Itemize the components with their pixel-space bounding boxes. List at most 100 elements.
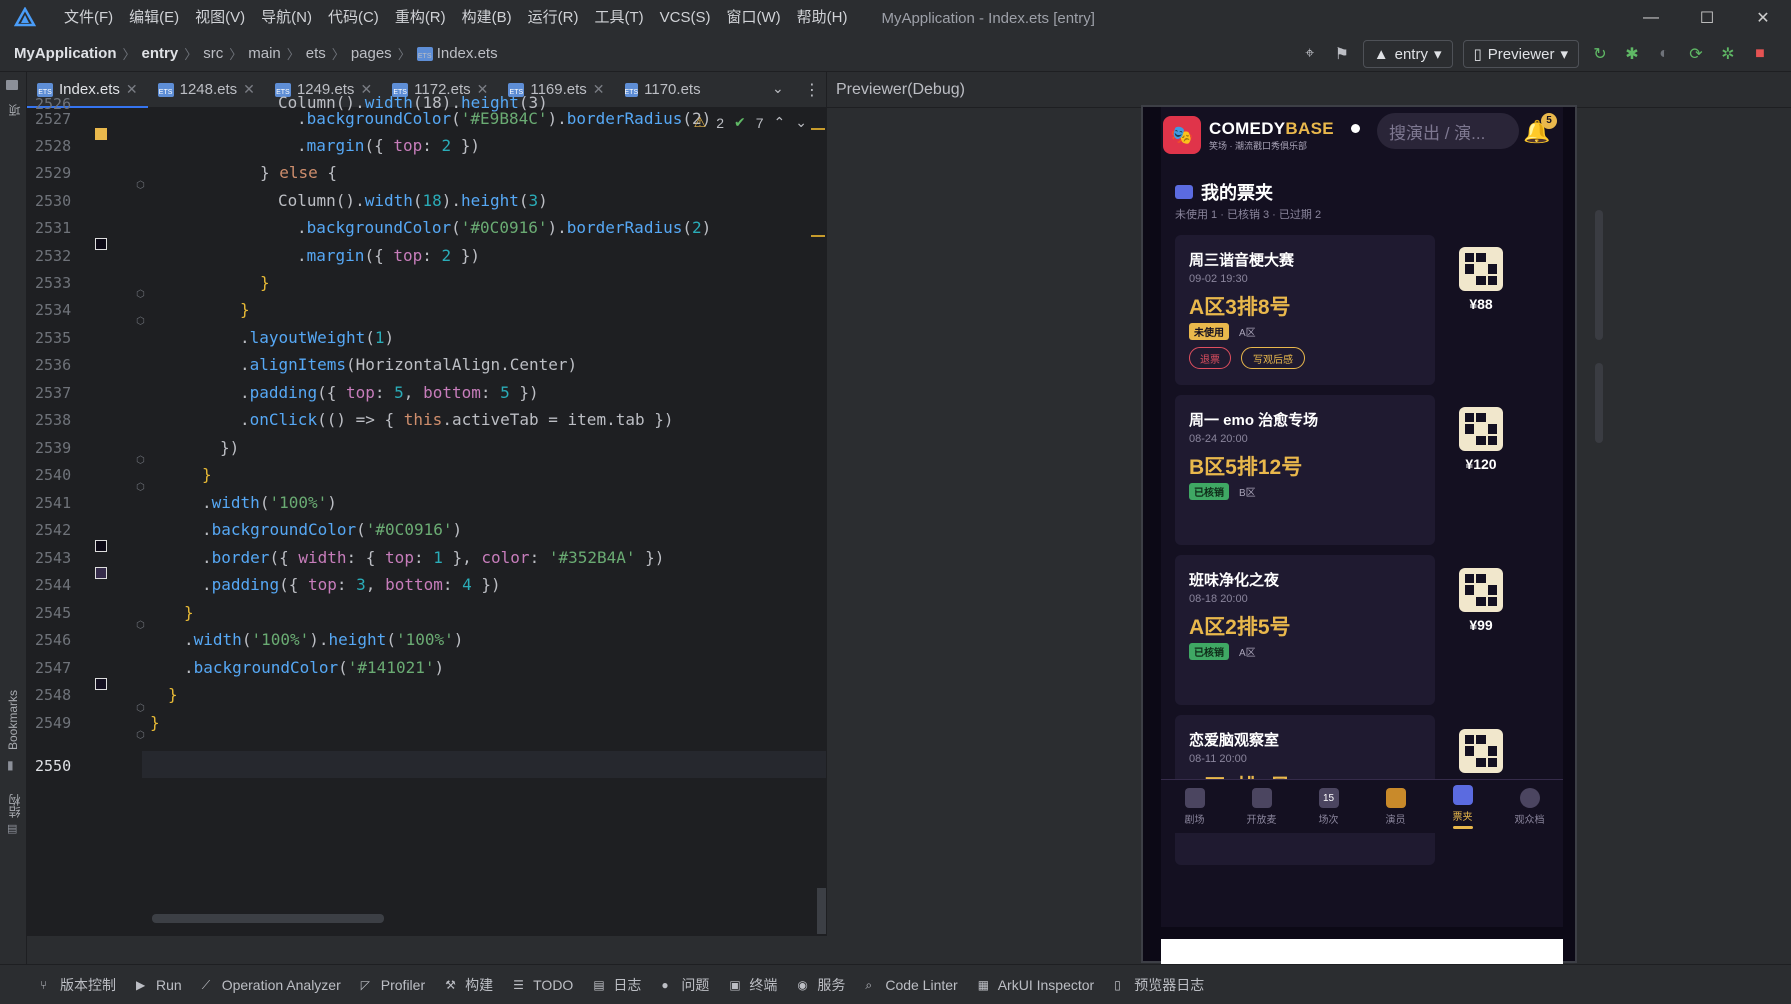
qr-code-icon[interactable] <box>1459 247 1503 291</box>
code-line[interactable]: .border({ width: { top: 1 }, color: '#35… <box>202 544 664 571</box>
menu-refactor[interactable]: 重构(R) <box>387 0 454 36</box>
crumb-src[interactable]: src <box>203 45 223 62</box>
tool-operation-analyzer[interactable]: ⟋ Operation Analyzer <box>202 977 341 993</box>
qr-code-icon[interactable] <box>1459 568 1503 612</box>
menu-edit[interactable]: 编辑(E) <box>121 0 187 36</box>
menu-help[interactable]: 帮助(H) <box>789 0 856 36</box>
code-line[interactable]: .width('100%') <box>202 489 337 516</box>
code-line[interactable]: .backgroundColor('#E9B84C').borderRadius… <box>297 105 711 132</box>
menu-build[interactable]: 构建(B) <box>454 0 520 36</box>
tool-previewer-log[interactable]: ▯ 预览器日志 <box>1114 975 1204 995</box>
qr-code-icon[interactable] <box>1459 729 1503 773</box>
stop-icon[interactable]: ■ <box>1749 43 1771 65</box>
device-manager-icon[interactable]: ⚑ <box>1331 43 1353 65</box>
code-line[interactable]: } <box>202 461 212 488</box>
color-swatch-icon[interactable] <box>95 678 107 690</box>
device-select[interactable]: ▯ Previewer ▾ <box>1462 40 1579 68</box>
nav-sessions[interactable]: 15 场次 <box>1295 780 1362 833</box>
write-review-button[interactable]: 写观后感 <box>1241 347 1305 369</box>
code-line[interactable]: } else { <box>260 159 337 186</box>
code-line[interactable]: .backgroundColor('#141021') <box>184 654 444 681</box>
crumb-ets[interactable]: ets <box>306 45 326 62</box>
code-line[interactable]: } <box>260 269 270 296</box>
code-line[interactable]: .layoutWeight(1) <box>240 324 394 351</box>
tab-1170-ets[interactable]: ETS 1170.ets <box>615 72 711 108</box>
tool-services[interactable]: ◉ 服务 <box>797 975 845 995</box>
previewer-side-handle[interactable] <box>1595 210 1603 340</box>
tool-vcs[interactable]: ⑂ 版本控制 <box>40 975 116 995</box>
code-line[interactable]: Column().width(18).height(3) <box>278 187 548 214</box>
code-line[interactable]: .margin({ top: 2 }) <box>297 242 480 269</box>
tab-close-icon[interactable]: ✕ <box>126 81 138 98</box>
nav-tickets[interactable]: 票夹 <box>1429 780 1496 833</box>
run-config-select[interactable]: ▲ entry ▾ <box>1362 40 1453 68</box>
crumb-module[interactable]: entry <box>142 45 179 62</box>
code-line[interactable]: .backgroundColor('#0C0916') <box>202 516 462 543</box>
menu-file[interactable]: 文件(F) <box>56 0 121 36</box>
crumb-file[interactable]: Index.ets <box>437 45 498 62</box>
tool-build[interactable]: ⚒ 构建 <box>445 975 493 995</box>
search-input[interactable]: 搜演出 / 演... <box>1377 113 1519 149</box>
code-editor[interactable]: 2526 2527 2528 2529 2530 2531 2532 2533 … <box>27 93 827 936</box>
ticket-card[interactable]: 周一 emo 治愈专场 08-24 20:00 B区5排12号 已核销 B区 <box>1175 395 1435 545</box>
tab-close-icon[interactable]: ✕ <box>593 81 605 98</box>
menu-vcs[interactable]: VCS(S) <box>652 0 719 36</box>
code-line[interactable]: .margin({ top: 2 }) <box>297 132 480 159</box>
code-line[interactable]: } <box>168 681 178 708</box>
nav-open-mic[interactable]: 开放麦 <box>1228 780 1295 833</box>
crumb-pages[interactable]: pages <box>351 45 392 62</box>
ticket-card[interactable]: 周三谐音梗大赛 09-02 19:30 A区3排8号 未使用 A区 退票 写观后… <box>1175 235 1435 385</box>
horizontal-scrollbar[interactable] <box>152 914 384 923</box>
next-highlight-icon[interactable]: ⌄ <box>795 114 807 131</box>
bookmarks-tool-button[interactable]: Bookmarks ▮ <box>4 690 22 774</box>
maximize-icon[interactable]: ☐ <box>1679 0 1735 36</box>
menu-view[interactable]: 视图(V) <box>187 0 253 36</box>
inspection-widget[interactable]: ⚠ 2 ✔ 7 ⌃ ⌄ <box>694 114 807 131</box>
nav-theatre[interactable]: 剧场 <box>1161 780 1228 833</box>
rerun-icon[interactable]: ↻ <box>1589 43 1611 65</box>
crumb-project[interactable]: MyApplication <box>14 45 117 62</box>
close-icon[interactable]: ✕ <box>1735 0 1791 36</box>
menu-navigate[interactable]: 导航(N) <box>253 0 320 36</box>
code-line[interactable]: } <box>240 296 250 323</box>
tool-problems[interactable]: ● 问题 <box>661 975 709 995</box>
refund-button[interactable]: 退票 <box>1189 347 1231 369</box>
color-swatch-icon[interactable] <box>95 540 107 552</box>
prev-highlight-icon[interactable]: ⌃ <box>774 114 786 131</box>
menu-tools[interactable]: 工具(T) <box>586 0 651 36</box>
nav-profile[interactable]: 观众档 <box>1496 780 1563 833</box>
menu-window[interactable]: 窗口(W) <box>718 0 788 36</box>
warning-stripe[interactable] <box>811 235 825 237</box>
structure-tool-button[interactable]: 结构 ▤ <box>4 794 22 836</box>
more-vertical-icon[interactable]: ⋮ <box>804 80 820 100</box>
tool-run[interactable]: ▶ Run <box>136 977 182 993</box>
nav-performers[interactable]: 演员 <box>1362 780 1429 833</box>
tool-terminal[interactable]: ▣ 终端 <box>729 975 777 995</box>
project-tool-button[interactable]: 项目 <box>6 80 39 116</box>
code-line[interactable]: .alignItems(HorizontalAlign.Center) <box>240 351 577 378</box>
qr-code-icon[interactable] <box>1459 407 1503 451</box>
code-line[interactable]: .padding({ top: 3, bottom: 4 }) <box>202 571 501 598</box>
color-swatch-icon[interactable] <box>95 128 107 140</box>
color-swatch-icon[interactable] <box>95 238 107 250</box>
code-text[interactable]: Column().width(18).height(3) .backgroundC… <box>142 93 827 936</box>
target-icon[interactable]: ⌖ <box>1299 43 1321 65</box>
crumb-main[interactable]: main <box>248 45 281 62</box>
attach-debugger-icon[interactable]: ◐ <box>1653 43 1675 65</box>
code-line[interactable]: } <box>184 599 194 626</box>
code-line[interactable]: .width('100%').height('100%') <box>184 626 463 653</box>
tab-close-icon[interactable]: ✕ <box>243 81 255 98</box>
tabs-overflow-chevron-icon[interactable]: ⌄ <box>772 80 784 97</box>
code-line[interactable]: } <box>150 709 160 736</box>
tool-todo[interactable]: ☰ TODO <box>513 977 573 993</box>
color-swatch-icon[interactable] <box>95 567 107 579</box>
apply-code-changes-icon[interactable]: ✲ <box>1717 43 1739 65</box>
menu-code[interactable]: 代码(C) <box>320 0 387 36</box>
tab-1248-ets[interactable]: ETS 1248.ets ✕ <box>148 72 265 108</box>
debug-icon[interactable]: ✱ <box>1621 43 1643 65</box>
menu-run[interactable]: 运行(R) <box>520 0 587 36</box>
tool-profiler[interactable]: ◸ Profiler <box>361 977 425 993</box>
apply-changes-icon[interactable]: ⟳ <box>1685 43 1707 65</box>
ticket-card[interactable]: 班味净化之夜 08-18 20:00 A区2排5号 已核销 A区 <box>1175 555 1435 705</box>
code-line[interactable]: .backgroundColor('#0C0916').borderRadius… <box>297 214 711 241</box>
